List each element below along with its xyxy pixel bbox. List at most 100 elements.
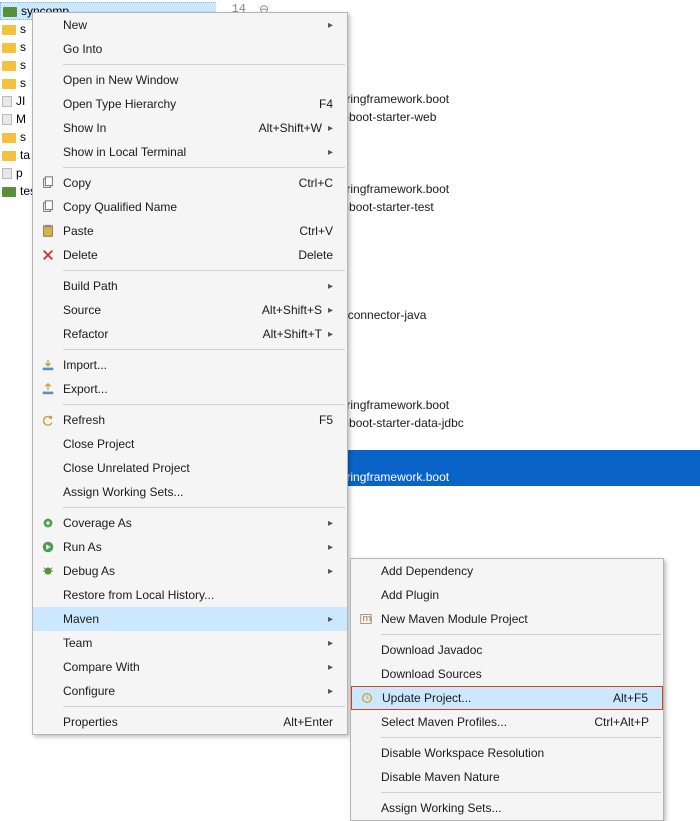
menu-label: Open in New Window [63, 73, 333, 87]
menu-label: Configure [63, 684, 322, 698]
shortcut: Alt+F5 [613, 691, 648, 705]
tree-label: s [20, 76, 26, 90]
shortcut: F4 [319, 97, 333, 111]
folder-icon [2, 79, 16, 89]
menu-item-show-in[interactable]: Show InAlt+Shift+W [33, 116, 347, 140]
folder-icon [2, 96, 12, 107]
menu-item-import-[interactable]: Import... [33, 353, 347, 377]
menu-item-select-maven-profiles-[interactable]: Select Maven Profiles...Ctrl+Alt+P [351, 710, 663, 734]
menu-label: Export... [63, 382, 333, 396]
menu-item-disable-workspace-resolution[interactable]: Disable Workspace Resolution [351, 741, 663, 765]
menu-item-source[interactable]: SourceAlt+Shift+S [33, 298, 347, 322]
menu-item-disable-maven-nature[interactable]: Disable Maven Nature [351, 765, 663, 789]
menu-label: Update Project... [382, 691, 613, 705]
menu-item-restore-from-local-history-[interactable]: Restore from Local History... [33, 583, 347, 607]
folder-icon [2, 114, 12, 125]
shortcut: Alt+Shift+S [262, 303, 322, 317]
folder-icon [3, 7, 17, 17]
exp-icon [33, 382, 63, 396]
tree-label: M [16, 112, 26, 126]
copy-icon [33, 176, 63, 190]
menu-item-copy[interactable]: CopyCtrl+C [33, 171, 347, 195]
menu-label: Assign Working Sets... [381, 801, 649, 815]
run-icon [33, 540, 63, 554]
menu-item-update-project-[interactable]: Update Project...Alt+F5 [351, 686, 663, 710]
shortcut: Ctrl+V [299, 224, 333, 238]
menu-item-download-sources[interactable]: Download Sources [351, 662, 663, 686]
menu-label: Close Project [63, 437, 333, 451]
menu-item-assign-working-sets-[interactable]: Assign Working Sets... [351, 796, 663, 820]
menu-item-assign-working-sets-[interactable]: Assign Working Sets... [33, 480, 347, 504]
tree-label: JI [16, 94, 25, 108]
menu-label: Disable Workspace Resolution [381, 746, 649, 760]
menu-label: Restore from Local History... [63, 588, 333, 602]
menu-item-copy-qualified-name[interactable]: Copy Qualified Name [33, 195, 347, 219]
cov-icon [33, 516, 63, 530]
menu-label: Go Into [63, 42, 333, 56]
menu-item-configure[interactable]: Configure [33, 679, 347, 703]
context-menu-main[interactable]: New Go Into Open in New Window Open Type Hi… [32, 12, 348, 735]
menu-item-new-maven-module-project[interactable]: m New Maven Module Project [351, 607, 663, 631]
menu-label: New Maven Module Project [381, 612, 649, 626]
copy-icon [33, 200, 63, 214]
shortcut: Ctrl+Alt+P [594, 715, 649, 729]
menu-item-run-as[interactable]: Run As [33, 535, 347, 559]
folder-icon [2, 151, 16, 161]
menu-item-build-path[interactable]: Build Path [33, 274, 347, 298]
dbg-icon [33, 564, 63, 578]
folder-icon [2, 61, 16, 71]
tree-label: s [20, 58, 26, 72]
menu-item-properties[interactable]: PropertiesAlt+Enter [33, 710, 347, 734]
menu-item-coverage-as[interactable]: Coverage As [33, 511, 347, 535]
folder-icon [2, 43, 16, 53]
menu-item-maven[interactable]: Maven [33, 607, 347, 631]
menu-label: Compare With [63, 660, 322, 674]
menu-item-go-into[interactable]: Go Into [33, 37, 347, 61]
menu-item-close-unrelated-project[interactable]: Close Unrelated Project [33, 456, 347, 480]
shortcut: F5 [319, 413, 333, 427]
menu-label: Select Maven Profiles... [381, 715, 594, 729]
menu-label: Open Type Hierarchy [63, 97, 319, 111]
shortcut: Delete [298, 248, 333, 262]
menu-item-show-in-local-terminal[interactable]: Show in Local Terminal [33, 140, 347, 164]
menu-label: Run As [63, 540, 322, 554]
menu-label: Source [63, 303, 262, 317]
tree-label: s [20, 22, 26, 36]
menu-item-new[interactable]: New [33, 13, 347, 37]
menu-item-export-[interactable]: Export... [33, 377, 347, 401]
menu-item-delete[interactable]: DeleteDelete [33, 243, 347, 267]
menu-label: Show In [63, 121, 259, 135]
del-icon [33, 248, 63, 262]
context-menu-maven[interactable]: Add DependencyAdd Plugin m New Maven Modul… [350, 558, 664, 821]
ref-icon [33, 413, 63, 427]
menu-label: Refresh [63, 413, 319, 427]
folder-icon [2, 187, 16, 197]
tree-label: p [16, 166, 23, 180]
menu-label: New [63, 18, 322, 32]
menu-label: Maven [63, 612, 322, 626]
menu-item-download-javadoc[interactable]: Download Javadoc [351, 638, 663, 662]
folder-icon [2, 25, 16, 35]
menu-item-debug-as[interactable]: Debug As [33, 559, 347, 583]
menu-label: Properties [63, 715, 283, 729]
menu-item-close-project[interactable]: Close Project [33, 432, 347, 456]
menu-item-open-type-hierarchy[interactable]: Open Type HierarchyF4 [33, 92, 347, 116]
menu-item-add-plugin[interactable]: Add Plugin [351, 583, 663, 607]
menu-label: Debug As [63, 564, 322, 578]
imp-icon [33, 358, 63, 372]
menu-item-refresh[interactable]: RefreshF5 [33, 408, 347, 432]
menu-item-compare-with[interactable]: Compare With [33, 655, 347, 679]
menu-item-refactor[interactable]: RefactorAlt+Shift+T [33, 322, 347, 346]
menu-item-paste[interactable]: PasteCtrl+V [33, 219, 347, 243]
menu-label: Coverage As [63, 516, 322, 530]
menu-label: Assign Working Sets... [63, 485, 333, 499]
shortcut: Alt+Shift+W [259, 121, 322, 135]
menu-item-add-dependency[interactable]: Add Dependency [351, 559, 663, 583]
shortcut: Alt+Enter [283, 715, 333, 729]
svg-text:m: m [363, 613, 372, 625]
menu-label: Build Path [63, 279, 322, 293]
menu-item-team[interactable]: Team [33, 631, 347, 655]
menu-label: Copy Qualified Name [63, 200, 333, 214]
menu-item-open-in-new-window[interactable]: Open in New Window [33, 68, 347, 92]
mvn-icon: m [351, 612, 381, 626]
